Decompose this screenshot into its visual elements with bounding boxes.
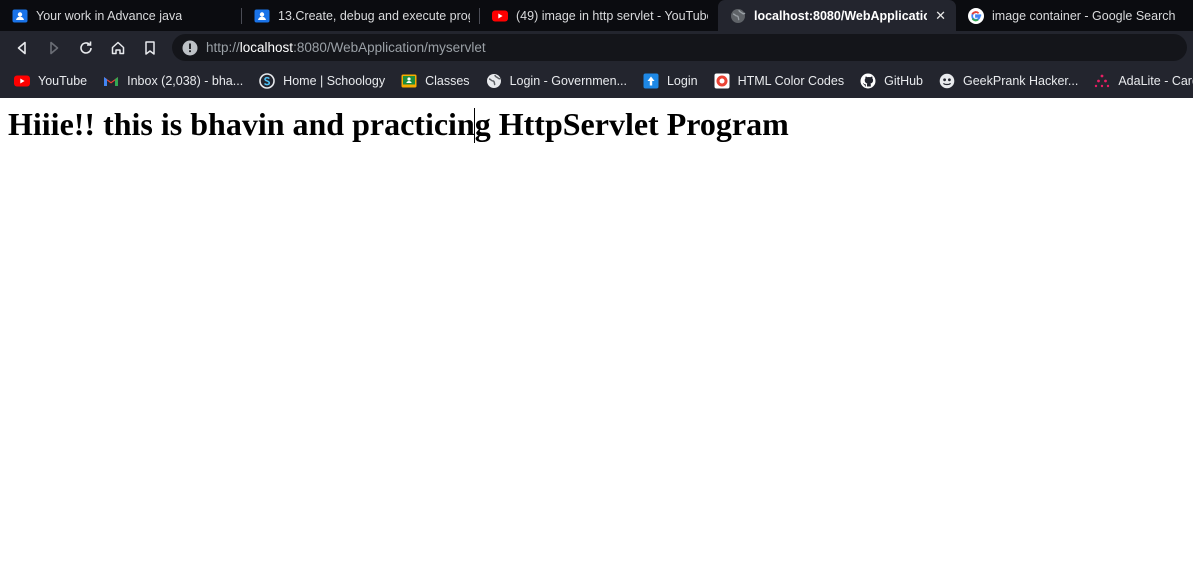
login-icon [643,73,659,89]
bookmark-label: Login - Governmen... [509,74,627,88]
classroom-icon [254,8,270,24]
classroom-icon [12,8,28,24]
geekprank-icon [939,73,955,89]
reload-icon [80,41,92,54]
tab-title: image container - Google Search [992,8,1176,23]
youtube-icon [492,8,508,24]
tab-localhost-active[interactable]: localhost:8080/WebApplication/myservlet … [718,0,956,31]
tab-title: 13.Create, debug and execute program [278,8,470,23]
bookmarks-bar: YouTube Inbox (2,038) - bha... Home | Sc… [0,64,1193,98]
forward-arrow-icon [50,41,59,54]
close-tab-icon[interactable]: ✕ [935,8,946,24]
back-button[interactable] [6,31,38,64]
schoology-icon [259,73,275,89]
home-icon [111,41,125,54]
bookmark-login-government[interactable]: Login - Governmen... [478,67,635,95]
page-heading: Hiiie!! this is bhavin and practicing Ht… [8,106,789,142]
bookmark-geekprank[interactable]: GeekPrank Hacker... [931,67,1086,95]
url-path: :8080/WebApplication/myservlet [293,40,486,55]
bookmark-label: Inbox (2,038) - bha... [127,74,244,88]
tab-title: Your work in Advance java [36,8,183,23]
classroom-icon [401,73,417,89]
forward-button[interactable] [38,31,70,64]
globe-icon [730,8,746,24]
bookmark-label: GeekPrank Hacker... [963,74,1079,88]
google-icon [968,7,984,24]
tab-google-search[interactable]: image container - Google Search [956,0,1193,31]
reload-button[interactable] [70,31,102,64]
github-icon [860,73,876,89]
bookmark-label: Classes [425,74,470,88]
bookmark-inbox[interactable]: Inbox (2,038) - bha... [95,67,251,95]
page-content: Hiiie!! this is bhavin and practicing Ht… [0,98,1193,579]
info-icon[interactable] [182,40,198,56]
youtube-icon [14,73,30,89]
gmail-icon [103,73,119,89]
bookmark-icon [145,40,155,55]
back-arrow-icon [17,41,26,54]
tab-create-debug[interactable]: 13.Create, debug and execute program [242,0,480,31]
color-codes-icon [714,73,730,89]
home-button[interactable] [102,31,134,64]
text-cursor [474,108,475,143]
bookmark-label: GitHub [884,74,923,88]
tab-title: localhost:8080/WebApplication/myservlet [754,8,928,23]
bookmark-login[interactable]: Login [635,67,706,95]
bookmark-html-color-codes[interactable]: HTML Color Codes [706,67,853,95]
bookmark-label: Login [666,74,698,88]
address-bar[interactable]: http://localhost:8080/WebApplication/mys… [172,34,1187,61]
url-scheme: http:// [206,40,240,55]
tab-youtube[interactable]: (49) image in http servlet - YouTube [480,0,718,31]
bookmark-label: AdaLite - Cardano... [1118,74,1193,88]
browser-toolbar: http://localhost:8080/WebApplication/mys… [0,31,1193,64]
bookmark-label: HTML Color Codes [737,74,845,88]
bookmark-button[interactable] [134,31,166,64]
url-text[interactable]: http://localhost:8080/WebApplication/mys… [206,40,486,55]
adalite-icon [1094,73,1110,89]
tab-strip: Your work in Advance java 13.Create, deb… [0,0,1193,31]
tab-title: (49) image in http servlet - YouTube [516,8,708,23]
bookmark-adalite[interactable]: AdaLite - Cardano... [1086,67,1193,95]
bookmark-classes[interactable]: Classes [393,67,477,95]
globe-icon [486,73,502,89]
url-host: localhost [239,40,294,55]
bookmark-github[interactable]: GitHub [852,67,931,95]
bookmark-youtube[interactable]: YouTube [6,67,95,95]
bookmark-schoology[interactable]: Home | Schoology [251,67,393,95]
tab-advance-java[interactable]: Your work in Advance java [0,0,242,31]
bookmark-label: YouTube [38,74,88,88]
bookmark-label: Home | Schoology [283,74,386,88]
